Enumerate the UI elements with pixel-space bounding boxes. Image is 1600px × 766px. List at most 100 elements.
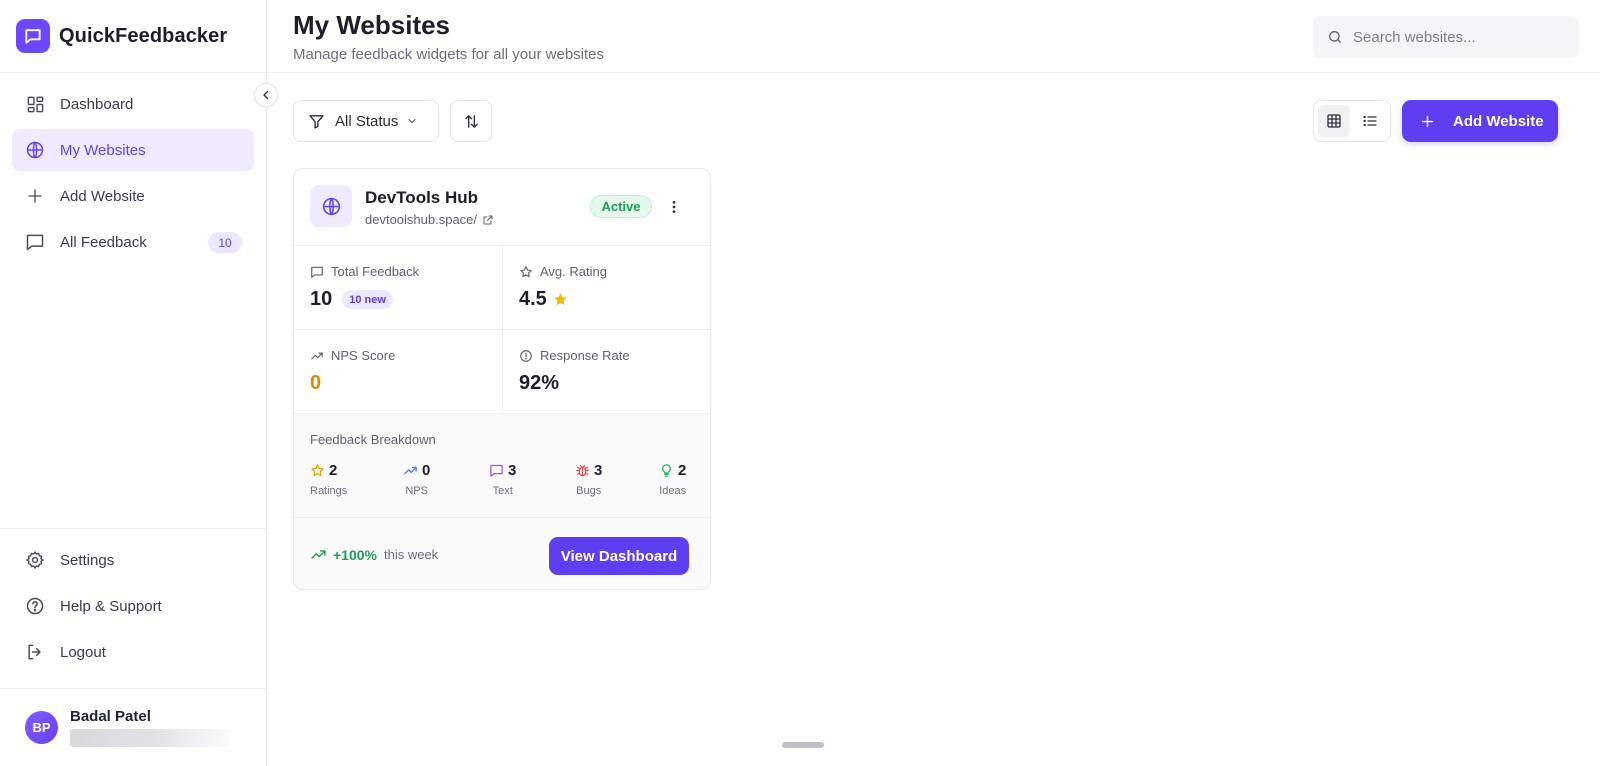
brand-name: QuickFeedbacker	[59, 24, 228, 47]
stat-label: Avg. Rating	[519, 264, 607, 279]
grid-icon	[1327, 114, 1341, 128]
more-vertical-icon	[672, 201, 676, 213]
sidebar-item-label: All Feedback	[60, 233, 147, 251]
stat-value: 10 10 new	[310, 288, 393, 311]
avatar: BP	[25, 711, 58, 744]
sidebar-item-settings[interactable]: Settings	[12, 539, 254, 581]
add-website-button[interactable]: Add Website	[1402, 100, 1558, 142]
bottom-scroll-handle[interactable]	[782, 742, 824, 748]
sort-arrows-icon	[464, 114, 478, 128]
search-icon	[1329, 31, 1341, 43]
breakdown-ratings: 2 Ratings	[310, 462, 347, 497]
stat-label-text: Avg. Rating	[540, 264, 607, 279]
status-filter-dropdown[interactable]: All Status	[293, 100, 439, 142]
site-url-link[interactable]: devtoolshub.space/	[365, 212, 494, 227]
trend-percent: +100%	[333, 546, 377, 563]
star-filled-icon	[552, 291, 569, 308]
sidebar-item-label: My Websites	[60, 141, 146, 159]
list-icon	[1363, 115, 1377, 127]
message-square-icon	[16, 19, 50, 53]
breakdown-label: Ratings	[310, 485, 348, 497]
sidebar-item-add-website[interactable]: Add Website	[12, 175, 254, 217]
stat-nps-score: NPS Score 0	[294, 330, 503, 414]
weekly-trend: +100% this week	[310, 546, 438, 563]
sidebar-item-label: Dashboard	[60, 95, 134, 113]
view-dashboard-button[interactable]: View Dashboard	[549, 537, 689, 575]
sidebar-item-help-support[interactable]: Help & Support	[12, 585, 254, 627]
filter-label: All Status	[335, 112, 399, 130]
stat-label-text: NPS Score	[331, 348, 396, 363]
sidebar-item-my-websites[interactable]: My Websites	[12, 129, 254, 171]
list-view-button[interactable]	[1354, 105, 1386, 137]
search-box[interactable]	[1313, 16, 1579, 58]
external-link-icon	[482, 214, 494, 226]
brand[interactable]: QuickFeedbacker	[0, 0, 266, 73]
feedback-breakdown: Feedback Breakdown 2 Ratings 0 NPS 3 Tex…	[294, 414, 710, 518]
breakdown-label: NPS	[405, 485, 428, 497]
breakdown-count-row: 2	[659, 462, 686, 479]
sidebar-item-label: Logout	[60, 643, 106, 661]
sidebar-item-label: Add Website	[60, 187, 145, 205]
sidebar-item-label: Help & Support	[60, 597, 162, 615]
sidebar-item-all-feedback[interactable]: All Feedback 10	[12, 221, 254, 263]
breakdown-count: 3	[508, 462, 517, 479]
new-feedback-pill: 10 new	[342, 290, 393, 309]
page-title: My Websites	[293, 10, 451, 40]
more-options-button[interactable]	[662, 195, 686, 219]
page-header: My Websites Manage feedback widgets for …	[267, 0, 1600, 73]
chevron-down-icon	[408, 118, 416, 124]
status-badge: Active	[590, 195, 652, 218]
user-info: Badal Patel	[70, 708, 230, 747]
site-name: DevTools Hub	[365, 188, 479, 207]
trend-up-icon	[310, 349, 324, 363]
breakdown-label: Bugs	[576, 485, 602, 497]
breakdown-count-row: 2	[310, 462, 347, 479]
sidebar-bottom-nav: Settings Help & Support Logout	[0, 528, 266, 687]
feedback-count-badge: 10	[208, 232, 242, 253]
add-website-label: Add Website	[1453, 112, 1544, 130]
trend-up-icon	[403, 463, 418, 478]
lightbulb-icon	[659, 463, 674, 478]
breakdown-title: Feedback Breakdown	[310, 432, 436, 447]
stat-label: Response Rate	[519, 348, 630, 363]
gear-icon	[24, 549, 46, 571]
avg-rating-value: 4.5	[519, 288, 547, 310]
total-feedback-value: 10	[310, 288, 333, 310]
grid-view-button[interactable]	[1318, 105, 1350, 137]
filter-icon	[309, 114, 324, 129]
user-profile[interactable]: BP Badal Patel	[0, 688, 266, 766]
view-toggle	[1313, 100, 1391, 142]
plus-icon	[24, 185, 46, 207]
breakdown-label: Text	[492, 485, 513, 497]
message-square-icon	[489, 463, 504, 478]
toolbar: All Status Add Website	[293, 100, 1579, 142]
card-header: DevTools Hub devtoolshub.space/ Active	[294, 169, 710, 246]
star-outline-icon	[519, 265, 533, 279]
breakdown-count-row: 3	[489, 462, 516, 479]
message-square-icon	[24, 231, 46, 253]
chevron-left-icon	[263, 90, 269, 100]
sort-button[interactable]	[450, 100, 492, 142]
stat-value: 4.5	[519, 288, 569, 311]
search-input[interactable]	[1353, 28, 1553, 46]
collapse-sidebar-button[interactable]	[254, 83, 278, 107]
stat-label: NPS Score	[310, 348, 395, 363]
main-content: My Websites Manage feedback widgets for …	[267, 0, 1600, 766]
site-url: devtoolshub.space/	[365, 212, 478, 227]
help-circle-icon	[24, 595, 46, 617]
sidebar-item-label: Settings	[60, 551, 115, 569]
card-footer: +100% this week View Dashboard	[294, 518, 710, 589]
star-icon	[310, 463, 325, 478]
trend-suffix: this week	[383, 547, 439, 562]
globe-icon	[310, 185, 352, 227]
dashboard-grid-icon	[24, 93, 46, 115]
breakdown-text: 3 Text	[489, 462, 516, 497]
sidebar-item-logout[interactable]: Logout	[12, 631, 254, 673]
bug-icon	[575, 463, 590, 478]
sidebar-item-dashboard[interactable]: Dashboard	[12, 83, 254, 125]
website-card[interactable]: DevTools Hub devtoolshub.space/ Active T…	[293, 168, 711, 590]
sidebar-nav: Dashboard My Websites Add Website All Fe…	[0, 73, 266, 277]
logout-icon	[24, 641, 46, 663]
stat-label: Total Feedback	[310, 264, 419, 279]
stat-total-feedback: Total Feedback 10 10 new	[294, 246, 503, 330]
